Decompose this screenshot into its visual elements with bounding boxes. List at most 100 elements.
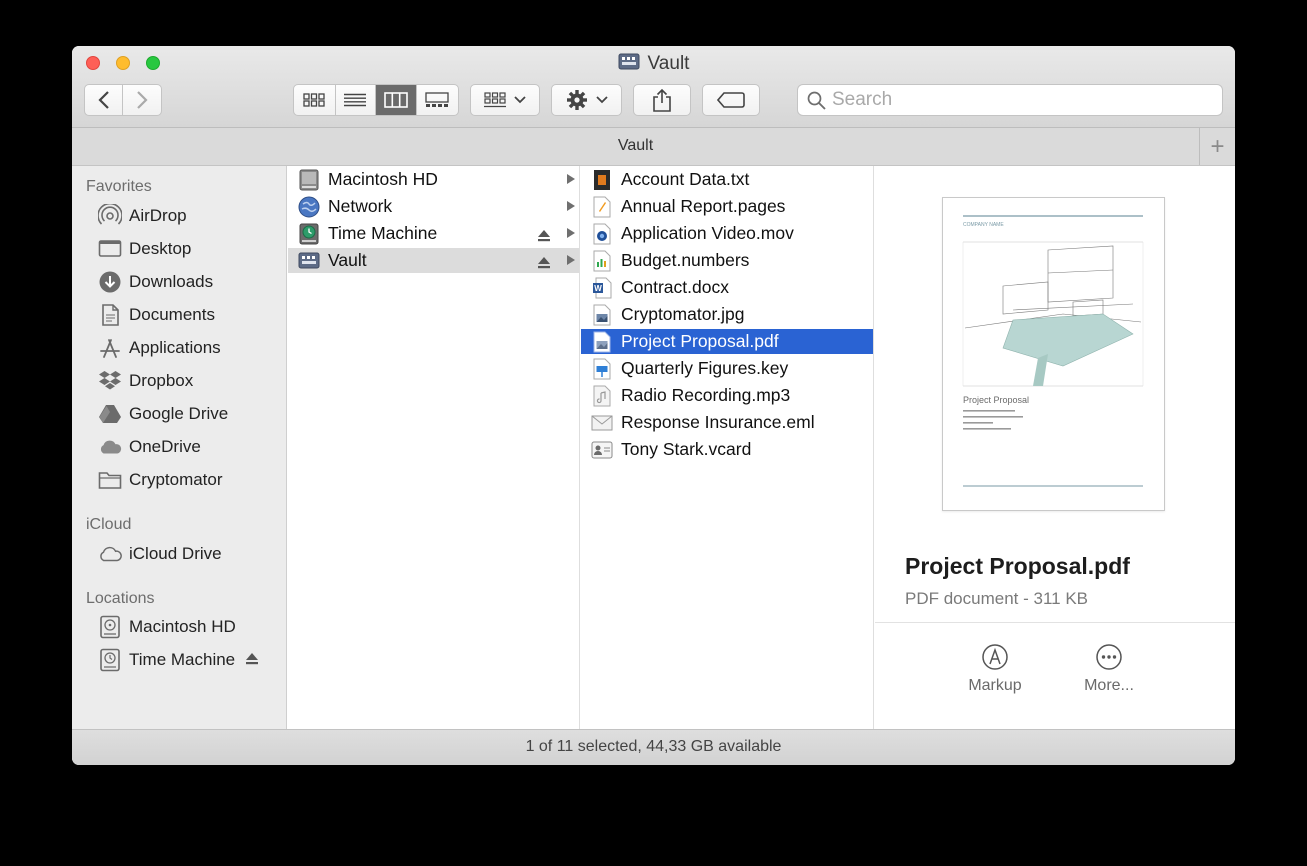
- sidebar-item-label: Applications: [129, 338, 221, 357]
- sidebar-item-macintosh-hd[interactable]: Macintosh HD: [98, 613, 236, 641]
- sidebar-item-label: OneDrive: [129, 437, 201, 456]
- sidebar-item-label: Desktop: [129, 239, 192, 258]
- more-button[interactable]: More...: [1064, 643, 1154, 695]
- search-field[interactable]: [797, 84, 1223, 116]
- desktop-icon: [98, 237, 122, 261]
- eject-icon[interactable]: [245, 650, 259, 670]
- document-thumbnail[interactable]: COMPANY NAME Project Proposal: [942, 197, 1165, 511]
- volume-row-time-machine[interactable]: Time Machine: [288, 221, 579, 246]
- file-row[interactable]: Budget.numbers: [581, 248, 873, 273]
- markup-label: Markup: [968, 677, 1022, 694]
- file-row[interactable]: Quarterly Figures.key: [581, 356, 873, 381]
- folder-icon: [98, 468, 122, 492]
- new-tab-button[interactable]: +: [1199, 128, 1235, 165]
- chevron-left-icon: [97, 91, 109, 109]
- sidebar-item-label: Google Drive: [129, 404, 229, 423]
- file-label: Application Video.mov: [621, 223, 794, 243]
- file-row[interactable]: Tony Stark.vcard: [581, 437, 873, 462]
- finder-window: Vault Search Vault + Favorites AirDrop D…: [72, 46, 1235, 765]
- sidebar-item-label: Time Machine: [129, 650, 236, 669]
- time-machine-icon: [98, 648, 122, 672]
- sidebar-header-favorites: Favorites: [86, 178, 152, 195]
- tag-icon: [717, 92, 745, 108]
- gear-icon: [566, 90, 587, 110]
- file-row[interactable]: Application Video.mov: [581, 221, 873, 246]
- volumes-column: Macintosh HD Network Time Machine Vault: [288, 166, 580, 729]
- group-by-button[interactable]: [470, 84, 540, 116]
- back-button[interactable]: [85, 85, 124, 115]
- icon-view-button[interactable]: [294, 85, 336, 115]
- network-icon: [298, 196, 320, 218]
- sidebar-item-downloads[interactable]: Downloads: [98, 268, 213, 296]
- icloud-icon: [98, 542, 122, 566]
- dropbox-icon: [98, 369, 122, 393]
- sidebar-item-onedrive[interactable]: OneDrive: [98, 433, 201, 461]
- preview-divider: [875, 622, 1235, 623]
- column-view-button[interactable]: [376, 85, 417, 115]
- volume-label: Time Machine: [328, 223, 438, 243]
- sidebar: Favorites AirDrop Desktop Downloads Docu…: [72, 166, 287, 729]
- sidebar-item-documents[interactable]: Documents: [98, 301, 215, 329]
- google-drive-icon: [98, 402, 122, 426]
- preview-file-meta: PDF document - 311 KB: [905, 589, 1088, 608]
- thumb-document-title: Project Proposal: [963, 395, 1029, 405]
- sidebar-header-icloud: iCloud: [86, 516, 132, 533]
- sidebar-item-icloud-drive[interactable]: iCloud Drive: [98, 540, 222, 568]
- markup-button[interactable]: Markup: [950, 643, 1040, 695]
- volume-row-macintosh-hd[interactable]: Macintosh HD: [288, 167, 579, 192]
- action-menu-button[interactable]: [551, 84, 622, 116]
- file-label: Radio Recording.mp3: [621, 385, 791, 405]
- time-machine-icon: [298, 223, 320, 245]
- chevron-down-icon: [514, 96, 526, 104]
- sidebar-item-label: iCloud Drive: [129, 544, 222, 563]
- file-row[interactable]: Response Insurance.eml: [581, 410, 873, 435]
- view-mode-control: [293, 84, 459, 116]
- window-title: Vault: [72, 52, 1235, 78]
- file-label: Response Insurance.eml: [621, 412, 815, 432]
- pdf-thumbnail-image: COMPANY NAME Project Proposal: [962, 215, 1144, 487]
- email-file-icon: [591, 412, 613, 434]
- file-row[interactable]: Radio Recording.mp3: [581, 383, 873, 408]
- file-row-selected[interactable]: Project Proposal.pdf: [581, 329, 873, 354]
- file-label: Tony Stark.vcard: [621, 439, 752, 459]
- list-view-button[interactable]: [336, 85, 377, 115]
- disclosure-arrow-icon: [567, 174, 575, 184]
- hard-drive-icon: [298, 169, 320, 191]
- tags-button[interactable]: [702, 84, 760, 116]
- disclosure-arrow-icon: [567, 201, 575, 211]
- file-row[interactable]: W Contract.docx: [581, 275, 873, 300]
- sidebar-item-desktop[interactable]: Desktop: [98, 235, 191, 263]
- search-input[interactable]: [832, 89, 1192, 111]
- sidebar-item-label: Documents: [129, 305, 215, 324]
- hard-drive-icon: [98, 615, 122, 639]
- volume-row-vault[interactable]: Vault: [288, 248, 579, 273]
- volume-label: Network: [328, 196, 393, 216]
- sidebar-item-google-drive[interactable]: Google Drive: [98, 400, 228, 428]
- sidebar-item-applications[interactable]: Applications: [98, 334, 221, 362]
- file-row[interactable]: Account Data.txt: [581, 167, 873, 192]
- eject-icon[interactable]: [537, 226, 551, 247]
- sidebar-item-time-machine[interactable]: Time Machine: [98, 646, 259, 674]
- sidebar-item-cryptomator[interactable]: Cryptomator: [98, 466, 223, 494]
- path-bar: Vault +: [72, 128, 1235, 166]
- text-file-icon: [591, 169, 613, 191]
- gallery-view-button[interactable]: [417, 85, 458, 115]
- file-row[interactable]: Annual Report.pages: [581, 194, 873, 219]
- columns-icon: [383, 92, 408, 108]
- sidebar-item-dropbox[interactable]: Dropbox: [98, 367, 193, 395]
- markup-icon: [982, 644, 1008, 670]
- eject-icon[interactable]: [537, 253, 551, 274]
- sidebar-item-label: Macintosh HD: [129, 617, 236, 636]
- pages-file-icon: [591, 196, 613, 218]
- list-lines-icon: [344, 93, 367, 107]
- sidebar-item-label: Dropbox: [129, 371, 194, 390]
- sidebar-item-airdrop[interactable]: AirDrop: [98, 202, 187, 230]
- volume-row-network[interactable]: Network: [288, 194, 579, 219]
- volume-label: Macintosh HD: [328, 169, 438, 189]
- file-label: Contract.docx: [621, 277, 729, 297]
- forward-button[interactable]: [123, 85, 161, 115]
- disclosure-arrow-icon: [567, 255, 575, 265]
- file-row[interactable]: Cryptomator.jpg: [581, 302, 873, 327]
- vault-drive-icon: [298, 250, 320, 272]
- share-button[interactable]: [633, 84, 691, 116]
